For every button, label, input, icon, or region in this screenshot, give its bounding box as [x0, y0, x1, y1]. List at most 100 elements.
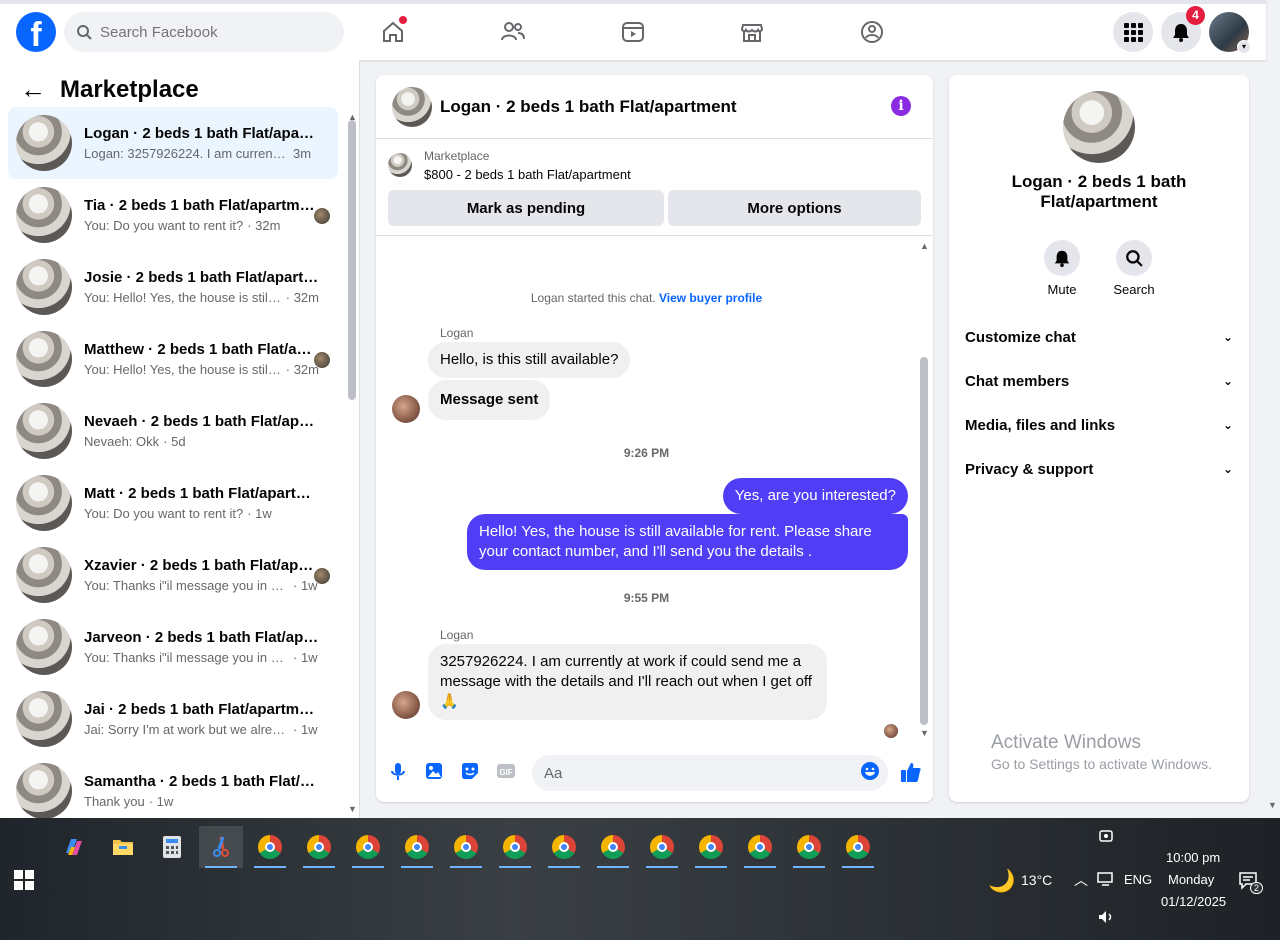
- marketplace-inbox-panel: ← Marketplace Logan · 2 beds 1 bath Flat…: [0, 60, 360, 818]
- last-message: Logan: 3257926224. I am currently at wor…: [84, 146, 289, 161]
- conversation-preview: You: Hello! Yes, the house is still avai…: [84, 290, 319, 305]
- conversation-text: Xzavier · 2 beds 1 bath Flat/apartment Yo…: [84, 557, 319, 593]
- conversation-item[interactable]: Samantha · 2 beds 1 bath Flat/apartment T…: [8, 755, 338, 818]
- scroll-up-arrow-icon[interactable]: ▲: [920, 241, 929, 251]
- chrome-profile-icon[interactable]: [591, 826, 635, 868]
- conversation-item[interactable]: Matt · 2 beds 1 bath Flat/apartment You: …: [8, 467, 338, 539]
- conversation-item[interactable]: Logan · 2 beds 1 bath Flat/apartment Loga…: [8, 107, 338, 179]
- chrome-profile-icon[interactable]: [542, 826, 586, 868]
- incoming-message[interactable]: 3257926224. I am currently at work if co…: [428, 644, 827, 720]
- conversation-preview: Thank you · 1w: [84, 794, 319, 809]
- volume-icon[interactable]: [1097, 909, 1115, 925]
- chrome-profile-icon[interactable]: [395, 826, 439, 868]
- chat-title[interactable]: Logan · 2 beds 1 bath Flat/apartment: [440, 97, 737, 117]
- chrome-profile-icon[interactable]: [689, 826, 733, 868]
- mark-as-pending-button[interactable]: Mark as pending: [388, 190, 664, 226]
- clock-day[interactable]: Monday: [1168, 872, 1214, 887]
- incoming-message[interactable]: Message sent: [428, 380, 551, 420]
- search-input[interactable]: [100, 23, 330, 41]
- search-conversation-button[interactable]: Search: [1104, 240, 1164, 297]
- scroll-down-arrow-icon[interactable]: ▼: [348, 804, 357, 814]
- video-icon[interactable]: [617, 16, 649, 48]
- logan-avatar[interactable]: [392, 395, 420, 423]
- info-icon[interactable]: i: [891, 96, 911, 116]
- logan-avatar[interactable]: [392, 691, 420, 719]
- groups-icon[interactable]: [856, 16, 888, 48]
- message-input[interactable]: [532, 755, 888, 791]
- menu-grid-button[interactable]: [1113, 12, 1153, 52]
- conversation-item[interactable]: Jarveon · 2 beds 1 bath Flat/apartment Yo…: [8, 611, 338, 683]
- moon-weather-icon[interactable]: 🌙: [988, 868, 1015, 894]
- timestamp: 9:55 PM: [623, 591, 670, 605]
- network-icon[interactable]: [1097, 871, 1115, 887]
- view-buyer-profile-link[interactable]: View buyer profile: [659, 291, 762, 305]
- listing-photo[interactable]: [1063, 91, 1135, 163]
- search-box[interactable]: [64, 12, 344, 52]
- chat-members-row[interactable]: Chat members ⌄: [965, 359, 1233, 403]
- chrome-profile-icon[interactable]: [346, 826, 390, 868]
- marketplace-icon[interactable]: [736, 16, 768, 48]
- clock-date[interactable]: 01/12/2025: [1161, 894, 1226, 909]
- friends-icon[interactable]: [497, 16, 529, 48]
- mute-button[interactable]: Mute: [1032, 240, 1092, 297]
- chrome-profile-icon[interactable]: [297, 826, 341, 868]
- page-scroll-down-arrow-icon[interactable]: ▼: [1268, 800, 1277, 810]
- listing-summary[interactable]: Marketplace $800 - 2 beds 1 bath Flat/ap…: [388, 149, 631, 182]
- scrollbar[interactable]: [920, 357, 928, 725]
- language-indicator[interactable]: ENG: [1124, 872, 1152, 887]
- conversation-item[interactable]: Matthew · 2 beds 1 bath Flat/apartment Yo…: [8, 323, 338, 395]
- scrollbar[interactable]: [348, 120, 356, 400]
- sender-name: Logan: [440, 326, 474, 340]
- scroll-down-arrow-icon[interactable]: ▼: [920, 728, 929, 738]
- clock-time[interactable]: 10:00 pm: [1166, 850, 1220, 865]
- message-time: 3m: [293, 146, 312, 161]
- privacy-support-row[interactable]: Privacy & support ⌄: [965, 447, 1233, 491]
- show-hidden-icons-chevron-up-icon[interactable]: ︿: [1074, 870, 1088, 890]
- emoji-icon[interactable]: [860, 761, 880, 781]
- weather-temperature[interactable]: 13°C: [1021, 872, 1052, 888]
- bell-icon: [1054, 250, 1070, 267]
- mute-label: Mute: [1047, 282, 1077, 297]
- chrome-profile-icon[interactable]: [836, 826, 880, 868]
- conversation-title: Logan · 2 beds 1 bath Flat/apartment: [84, 125, 319, 142]
- listing-thumbnail: [16, 187, 72, 243]
- chrome-profile-icon[interactable]: [493, 826, 537, 868]
- customize-chat-row[interactable]: Customize chat ⌄: [965, 315, 1233, 359]
- windows-start-icon[interactable]: [14, 870, 34, 890]
- thumbs-up-icon[interactable]: [900, 761, 922, 783]
- facebook-logo-icon[interactable]: f: [16, 12, 56, 52]
- sticker-icon[interactable]: [460, 761, 480, 781]
- outgoing-message[interactable]: Hello! Yes, the house is still available…: [467, 514, 908, 570]
- chrome-profile-icon[interactable]: [738, 826, 782, 868]
- back-arrow-icon[interactable]: ←: [20, 74, 46, 105]
- gif-icon[interactable]: GIF: [496, 761, 516, 781]
- microphone-icon[interactable]: [388, 761, 408, 781]
- conversation-item[interactable]: Josie · 2 beds 1 bath Flat/apartment You:…: [8, 251, 338, 323]
- listing-avatar[interactable]: [392, 86, 432, 127]
- seen-indicator-avatar: [314, 568, 330, 584]
- profile-avatar[interactable]: ▾: [1209, 12, 1251, 54]
- incoming-message[interactable]: Hello, is this still available?: [428, 342, 631, 378]
- snipping-tool-icon[interactable]: [199, 826, 243, 868]
- home-icon[interactable]: [377, 16, 409, 48]
- screen-share-icon[interactable]: [1098, 829, 1114, 845]
- chrome-profile-icon[interactable]: [787, 826, 831, 868]
- seen-indicator-avatar: [314, 208, 330, 224]
- listing-thumbnail: [16, 547, 72, 603]
- file-explorer-icon[interactable]: [101, 826, 145, 868]
- conversation-item[interactable]: Nevaeh · 2 beds 1 bath Flat/apartment Nev…: [8, 395, 338, 467]
- media-files-links-row[interactable]: Media, files and links ⌄: [965, 403, 1233, 447]
- chrome-profile-icon[interactable]: [444, 826, 488, 868]
- conversation-item[interactable]: Tia · 2 beds 1 bath Flat/apartment You: D…: [8, 179, 338, 251]
- notifications-button[interactable]: 4: [1161, 6, 1205, 52]
- conversation-preview: You: Hello! Yes, the house is still avai…: [84, 362, 319, 377]
- chrome-profile-icon[interactable]: [640, 826, 684, 868]
- conversation-item[interactable]: Jai · 2 beds 1 bath Flat/apartment Jai: S…: [8, 683, 338, 755]
- copilot-icon[interactable]: [52, 826, 96, 868]
- conversation-item[interactable]: Xzavier · 2 beds 1 bath Flat/apartment Yo…: [8, 539, 338, 611]
- calculator-icon[interactable]: [150, 826, 194, 868]
- chrome-profile-icon[interactable]: [248, 826, 292, 868]
- outgoing-message[interactable]: Yes, are you interested?: [722, 478, 908, 514]
- more-options-button[interactable]: More options: [668, 190, 921, 226]
- photo-icon[interactable]: [424, 761, 444, 781]
